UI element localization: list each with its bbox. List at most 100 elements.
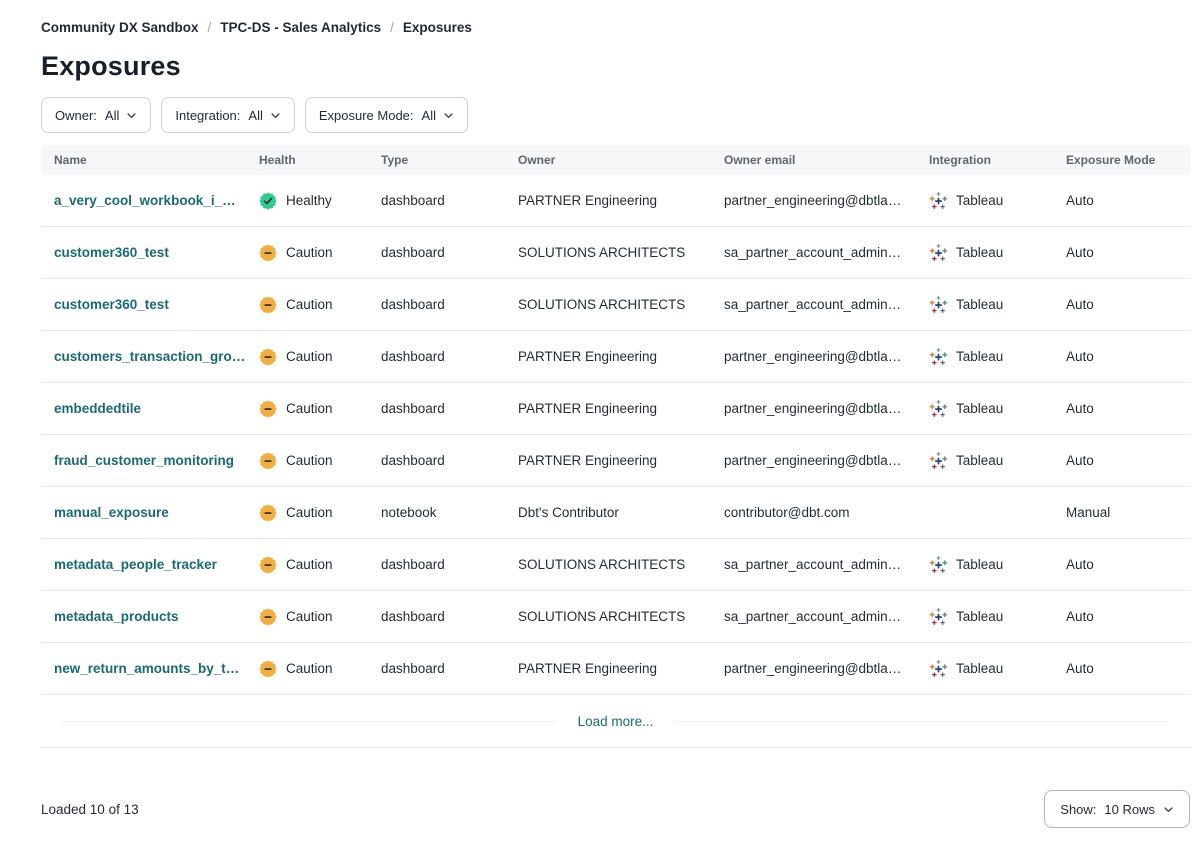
table-row: customer360_test	[41, 279, 1190, 331]
health-status-icon	[259, 348, 277, 366]
table-row: metadata_products	[41, 591, 1190, 643]
type-cell: dashboard	[368, 401, 505, 416]
column-header-type: Type	[368, 153, 505, 167]
load-more-button[interactable]: Load more...	[556, 714, 676, 729]
breadcrumb-item-project[interactable]: TPC-DS - Sales Analytics	[220, 20, 381, 35]
exposure-mode-cell: Auto	[1053, 297, 1190, 312]
integration-label: Tableau	[956, 453, 1003, 468]
type-cell: dashboard	[368, 609, 505, 624]
integration-label: Tableau	[956, 349, 1003, 364]
column-header-health: Health	[246, 153, 368, 167]
exposure-name-link[interactable]: embeddedtile	[54, 401, 141, 416]
column-header-name: Name	[41, 153, 246, 167]
show-rows-button[interactable]: Show: 10 Rows	[1044, 790, 1190, 828]
tableau-icon	[929, 243, 948, 262]
owner-cell: PARTNER Engineering	[505, 401, 711, 416]
integration-cell: Tableau	[916, 399, 1053, 418]
exposure-name-link[interactable]: manual_exposure	[54, 505, 169, 520]
type-cell: dashboard	[368, 453, 505, 468]
breadcrumb-separator: /	[390, 20, 394, 35]
health-label: Caution	[286, 609, 333, 624]
exposure-mode-cell: Auto	[1053, 401, 1190, 416]
integration-filter-value: All	[248, 108, 262, 123]
owner-cell: SOLUTIONS ARCHITECTS	[505, 557, 711, 572]
tableau-icon	[929, 295, 948, 314]
exposure-mode-filter-dropdown[interactable]: Exposure Mode: All	[305, 97, 468, 133]
exposure-name-link[interactable]: metadata_people_tracker	[54, 557, 217, 572]
breadcrumb-separator: /	[208, 20, 212, 35]
owner-cell: PARTNER Engineering	[505, 661, 711, 676]
exposures-table: Name Health Type Owner Owner email Integ…	[41, 145, 1190, 747]
column-header-owner: Owner	[505, 153, 711, 167]
exposure-mode-cell: Auto	[1053, 193, 1190, 208]
integration-cell: Tableau	[916, 451, 1053, 470]
integration-label: Tableau	[956, 193, 1003, 208]
owner-email-cell: sa_partner_account_admin…	[711, 245, 916, 260]
show-rows-value: 10 Rows	[1104, 802, 1155, 817]
integration-filter-dropdown[interactable]: Integration: All	[161, 97, 295, 133]
tableau-icon	[929, 607, 948, 626]
health-label: Caution	[286, 297, 333, 312]
owner-email-cell: partner_engineering@dbtla…	[711, 401, 916, 416]
integration-cell: Tableau	[916, 243, 1053, 262]
breadcrumb-item-account[interactable]: Community DX Sandbox	[41, 20, 199, 35]
table-body: a_very_cool_workbook_i_…	[41, 175, 1190, 695]
exposure-name-link[interactable]: fraud_customer_monitoring	[54, 453, 234, 468]
type-cell: dashboard	[368, 193, 505, 208]
chevron-down-icon	[1163, 804, 1174, 815]
exposure-name-link[interactable]: new_return_amounts_by_t…	[54, 661, 239, 676]
type-cell: dashboard	[368, 349, 505, 364]
integration-cell: Tableau	[916, 347, 1053, 366]
integration-cell: Tableau	[916, 607, 1053, 626]
divider	[63, 721, 556, 722]
exposure-name-link[interactable]: customer360_test	[54, 297, 169, 312]
type-cell: dashboard	[368, 557, 505, 572]
health-status-icon	[259, 400, 277, 418]
owner-email-cell: contributor@dbt.com	[711, 505, 916, 520]
tableau-icon	[929, 191, 948, 210]
type-cell: dashboard	[368, 297, 505, 312]
owner-filter-dropdown[interactable]: Owner: All	[41, 97, 151, 133]
integration-cell: Tableau	[916, 191, 1053, 210]
exposure-name-link[interactable]: metadata_products	[54, 609, 179, 624]
health-status-icon	[259, 452, 277, 470]
breadcrumb-item-exposures[interactable]: Exposures	[403, 20, 472, 35]
health-status-icon	[259, 296, 277, 314]
health-label: Caution	[286, 661, 333, 676]
exposure-mode-cell: Auto	[1053, 557, 1190, 572]
tableau-icon	[929, 659, 948, 678]
table-row: customer360_test	[41, 227, 1190, 279]
integration-filter-label: Integration:	[175, 108, 240, 123]
table-header: Name Health Type Owner Owner email Integ…	[41, 145, 1190, 175]
table-row: a_very_cool_workbook_i_…	[41, 175, 1190, 227]
integration-cell: Tableau	[916, 659, 1053, 678]
health-label: Caution	[286, 349, 333, 364]
table-row: embeddedtile Caut	[41, 383, 1190, 435]
exposure-name-link[interactable]: customers_transaction_gro…	[54, 349, 245, 364]
owner-cell: SOLUTIONS ARCHITECTS	[505, 297, 711, 312]
column-header-owner-email: Owner email	[711, 153, 916, 167]
integration-cell: Tableau	[916, 555, 1053, 574]
exposure-name-link[interactable]: customer360_test	[54, 245, 169, 260]
owner-email-cell: sa_partner_account_admin…	[711, 557, 916, 572]
column-header-exposure-mode: Exposure Mode	[1053, 153, 1190, 167]
integration-label: Tableau	[956, 245, 1003, 260]
health-label: Caution	[286, 557, 333, 572]
type-cell: dashboard	[368, 661, 505, 676]
owner-filter-label: Owner:	[55, 108, 97, 123]
exposure-mode-cell: Manual	[1053, 505, 1190, 520]
integration-label: Tableau	[956, 297, 1003, 312]
tableau-icon	[929, 555, 948, 574]
column-header-integration: Integration	[916, 153, 1053, 167]
owner-email-cell: sa_partner_account_admin…	[711, 297, 916, 312]
chevron-down-icon	[443, 110, 454, 121]
integration-label: Tableau	[956, 557, 1003, 572]
owner-email-cell: partner_engineering@dbtla…	[711, 193, 916, 208]
owner-cell: PARTNER Engineering	[505, 349, 711, 364]
health-label: Caution	[286, 505, 333, 520]
page-title: Exposures	[41, 51, 1190, 82]
chevron-down-icon	[126, 110, 137, 121]
exposure-name-link[interactable]: a_very_cool_workbook_i_…	[54, 193, 236, 208]
tableau-icon	[929, 347, 948, 366]
table-row: customers_transaction_gro…	[41, 331, 1190, 383]
